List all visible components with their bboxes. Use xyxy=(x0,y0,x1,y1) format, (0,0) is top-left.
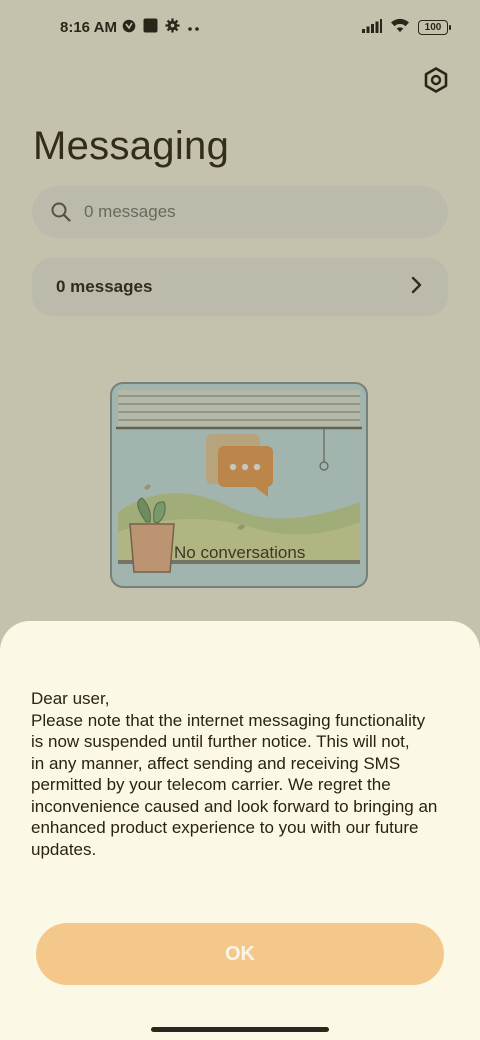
notice-line: Please note that the internet messaging … xyxy=(31,710,426,730)
notice-bottom-sheet: Dear user, Please note that the internet… xyxy=(0,621,480,1040)
notice-message: Dear user, Please note that the internet… xyxy=(31,688,461,860)
notice-line: enhanced product experience to you with … xyxy=(31,818,419,837)
notice-line: inconvenience caused and look forward to… xyxy=(31,796,438,816)
ok-button[interactable]: OK xyxy=(36,923,444,985)
notice-line: is now suspended until further notice. T… xyxy=(31,732,410,751)
notice-line: Dear user, xyxy=(31,689,110,708)
notice-line: updates. xyxy=(31,839,97,859)
notice-line: in any manner, affect sending and receiv… xyxy=(31,753,401,773)
home-indicator[interactable] xyxy=(151,1027,329,1032)
notice-line: permitted by your telecom carrier. We re… xyxy=(31,775,391,794)
